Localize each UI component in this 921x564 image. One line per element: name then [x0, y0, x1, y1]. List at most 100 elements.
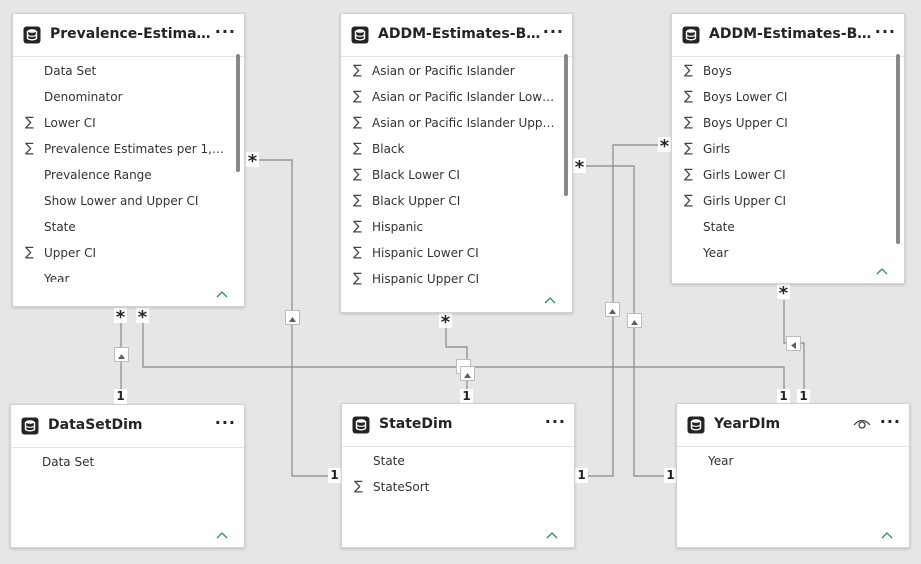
- field-item[interactable]: State: [672, 214, 890, 240]
- field-label: Girls: [703, 142, 731, 156]
- triangle-arrow-icon[interactable]: [605, 302, 620, 317]
- card-header[interactable]: DataSetDim ···: [11, 405, 244, 448]
- field-label: Year: [708, 454, 734, 468]
- database-icon: [682, 26, 700, 44]
- more-options-icon[interactable]: ···: [545, 412, 566, 431]
- field-item[interactable]: ∑ Lower CI: [13, 110, 230, 136]
- field-label: State: [703, 220, 735, 234]
- field-item[interactable]: Data Set: [13, 58, 230, 84]
- more-options-icon[interactable]: ···: [875, 22, 896, 41]
- field-label: Asian or Pacific Islander: [372, 64, 515, 78]
- field-item[interactable]: ∑ Prevalence Estimates per 1,000 C...: [13, 136, 230, 162]
- field-item[interactable]: ∑ Asian or Pacific Islander Lower CI: [341, 84, 558, 110]
- more-options-icon[interactable]: ···: [880, 412, 901, 431]
- field-item[interactable]: ∑ Hispanic Lower CI: [341, 240, 558, 266]
- field-label: State: [44, 220, 76, 234]
- database-icon: [21, 417, 39, 435]
- field-item[interactable]: ∑ Boys Lower CI: [672, 84, 890, 110]
- cardinality-one-marker: 1: [797, 389, 810, 404]
- table-card-addm-estimates-by-race[interactable]: ADDM-Estimates-By-Ra... ··· ∑ Asian or Pa…: [340, 13, 573, 313]
- field-item[interactable]: ∑ Girls Lower CI: [672, 162, 890, 188]
- field-item[interactable]: ∑ Upper CI: [13, 240, 230, 266]
- triangle-arrow-icon[interactable]: [285, 310, 300, 325]
- cardinality-many-marker: *: [573, 157, 586, 178]
- cardinality-many-marker: *: [777, 283, 790, 304]
- field-item[interactable]: ∑ StateSort: [342, 474, 560, 500]
- sigma-icon: ∑: [353, 245, 362, 260]
- cardinality-one-marker: 1: [575, 468, 588, 483]
- field-item[interactable]: ∑ Asian or Pacific Islander: [341, 58, 558, 84]
- cardinality-many-marker: *: [114, 307, 127, 328]
- chevron-up-icon[interactable]: [216, 290, 228, 298]
- field-list: ∑ Asian or Pacific Islander ∑ Asian or Paci…: [341, 58, 558, 288]
- field-item[interactable]: Year: [672, 240, 890, 259]
- table-card-addm-estimates-by-sex[interactable]: ADDM-Estimates-By-Sex ··· ∑ Boys ∑ Boys Low…: [671, 13, 905, 284]
- chevron-up-icon[interactable]: [216, 531, 228, 539]
- field-item[interactable]: Data Set: [11, 449, 230, 475]
- chevron-up-icon[interactable]: [881, 531, 893, 539]
- field-item[interactable]: ∑ Asian or Pacific Islander Upper CI: [341, 110, 558, 136]
- table-card-datasetdim[interactable]: DataSetDim ··· Data Set: [10, 404, 245, 548]
- more-options-icon[interactable]: ···: [215, 22, 236, 41]
- sigma-icon: ∑: [353, 271, 362, 286]
- field-label: Black: [372, 142, 405, 156]
- card-header[interactable]: ADDM-Estimates-By-Sex ···: [672, 14, 904, 57]
- sigma-icon: ∑: [353, 115, 362, 130]
- sigma-icon: ∑: [684, 193, 693, 208]
- field-label: Girls Lower CI: [703, 168, 786, 182]
- table-title: DataSetDim: [48, 417, 143, 433]
- scrollbar[interactable]: [236, 54, 240, 172]
- scrollbar[interactable]: [564, 54, 568, 196]
- table-card-yeardim[interactable]: YearDIm ··· Year: [676, 403, 910, 548]
- table-card-prevalence-estimates[interactable]: Prevalence-Estimates-O... ··· Data Set De…: [12, 13, 245, 307]
- field-label: Asian or Pacific Islander Upper CI: [372, 116, 558, 130]
- chevron-up-icon[interactable]: [544, 296, 556, 304]
- field-item[interactable]: ∑ Black Lower CI: [341, 162, 558, 188]
- sigma-icon: ∑: [354, 479, 363, 494]
- cardinality-many-marker: *: [136, 307, 149, 328]
- field-label: Girls Upper CI: [703, 194, 787, 208]
- triangle-arrow-icon[interactable]: [627, 313, 642, 328]
- sigma-icon: ∑: [353, 193, 362, 208]
- field-item[interactable]: ∑ Black: [341, 136, 558, 162]
- table-title: YearDIm: [714, 416, 781, 432]
- field-label: Show Lower and Upper CI: [44, 194, 199, 208]
- field-item[interactable]: Show Lower and Upper CI: [13, 188, 230, 214]
- card-header[interactable]: YearDIm ···: [677, 404, 909, 447]
- chevron-up-icon[interactable]: [546, 531, 558, 539]
- field-item[interactable]: ∑ Hispanic Upper CI: [341, 266, 558, 288]
- field-item[interactable]: ∑ Black Upper CI: [341, 188, 558, 214]
- field-label: Prevalence Range: [44, 168, 152, 182]
- field-item[interactable]: ∑ Boys: [672, 58, 890, 84]
- field-item[interactable]: Year: [13, 266, 230, 282]
- more-options-icon[interactable]: ···: [543, 22, 564, 41]
- card-header[interactable]: StateDim ···: [342, 404, 574, 447]
- sigma-icon: ∑: [684, 89, 693, 104]
- scrollbar[interactable]: [896, 54, 900, 244]
- triangle-arrow-icon[interactable]: [786, 336, 801, 351]
- field-label: Black Lower CI: [372, 168, 460, 182]
- field-item[interactable]: Prevalence Range: [13, 162, 230, 188]
- more-options-icon[interactable]: ···: [215, 413, 236, 432]
- card-header[interactable]: Prevalence-Estimates-O... ···: [13, 14, 244, 57]
- field-list: Data Set: [11, 449, 230, 523]
- field-label: Boys Lower CI: [703, 90, 788, 104]
- field-item[interactable]: ∑ Hispanic: [341, 214, 558, 240]
- field-item[interactable]: Denominator: [13, 84, 230, 110]
- field-item[interactable]: ∑ Boys Upper CI: [672, 110, 890, 136]
- triangle-arrow-icon[interactable]: [114, 347, 129, 362]
- card-header[interactable]: ADDM-Estimates-By-Ra... ···: [341, 14, 572, 57]
- field-item[interactable]: State: [13, 214, 230, 240]
- field-item[interactable]: ∑ Girls Upper CI: [672, 188, 890, 214]
- database-icon: [352, 416, 370, 434]
- sigma-icon: ∑: [684, 141, 693, 156]
- field-item[interactable]: ∑ Girls: [672, 136, 890, 162]
- field-item[interactable]: Year: [677, 448, 895, 474]
- chevron-up-icon[interactable]: [876, 267, 888, 275]
- cardinality-one-marker: 1: [777, 389, 790, 404]
- field-item[interactable]: State: [342, 448, 560, 474]
- triangle-arrow-icon[interactable]: [460, 366, 475, 381]
- sigma-icon: ∑: [684, 115, 693, 130]
- eye-icon[interactable]: [853, 416, 871, 432]
- table-card-statedim[interactable]: StateDim ··· State ∑ StateSort: [341, 403, 575, 548]
